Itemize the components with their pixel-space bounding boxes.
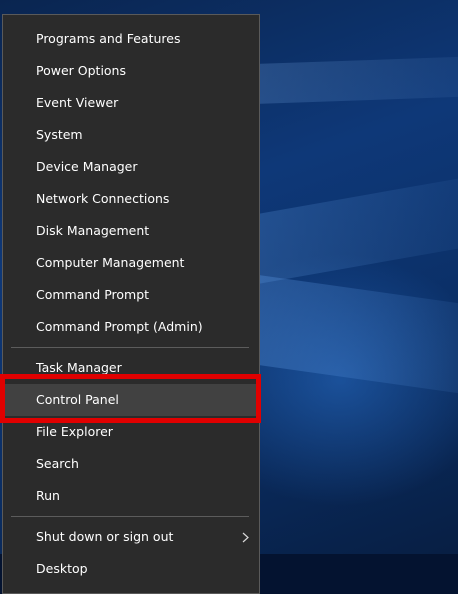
menu-item-command-prompt[interactable]: Command Prompt [3,279,259,311]
menu-item-label: Event Viewer [36,95,119,110]
menu-item-label: Command Prompt (Admin) [36,319,203,334]
wallpaper-light-beam [240,55,458,105]
wallpaper-light-beam [250,273,458,397]
menu-item-desktop[interactable]: Desktop [3,553,259,585]
menu-item-programs-and-features[interactable]: Programs and Features [3,23,259,55]
menu-item-label: Device Manager [36,159,138,174]
menu-item-label: Desktop [36,561,88,576]
menu-item-device-manager[interactable]: Device Manager [3,151,259,183]
menu-item-run[interactable]: Run [3,480,259,512]
menu-item-label: Programs and Features [36,31,181,46]
desktop-screen: Programs and Features Power Options Event … [0,0,458,594]
menu-item-shut-down-or-sign-out[interactable]: Shut down or sign out [3,521,259,553]
menu-item-label: Computer Management [36,255,185,270]
menu-item-label: System [36,127,83,142]
menu-item-computer-management[interactable]: Computer Management [3,247,259,279]
menu-item-command-prompt-admin[interactable]: Command Prompt (Admin) [3,311,259,343]
menu-item-task-manager[interactable]: Task Manager [3,352,259,384]
menu-item-label: Network Connections [36,191,170,206]
menu-item-network-connections[interactable]: Network Connections [3,183,259,215]
menu-item-label: Shut down or sign out [36,529,174,544]
menu-item-label: File Explorer [36,424,113,439]
menu-item-label: Control Panel [36,392,119,407]
menu-item-power-options[interactable]: Power Options [3,55,259,87]
chevron-right-icon [237,521,249,553]
menu-item-label: Search [36,456,79,471]
menu-item-label: Command Prompt [36,287,150,302]
menu-item-label: Run [36,488,60,503]
menu-item-system[interactable]: System [3,119,259,151]
menu-separator [11,516,249,517]
menu-item-label: Disk Management [36,223,150,238]
menu-item-label: Power Options [36,63,126,78]
menu-item-control-panel[interactable]: Control Panel [3,384,259,416]
wallpaper-light-beam [250,174,458,286]
menu-item-disk-management[interactable]: Disk Management [3,215,259,247]
menu-item-file-explorer[interactable]: File Explorer [3,416,259,448]
menu-item-search[interactable]: Search [3,448,259,480]
menu-separator [11,347,249,348]
menu-item-event-viewer[interactable]: Event Viewer [3,87,259,119]
quick-link-context-menu: Programs and Features Power Options Event … [2,14,260,594]
menu-item-label: Task Manager [36,360,122,375]
